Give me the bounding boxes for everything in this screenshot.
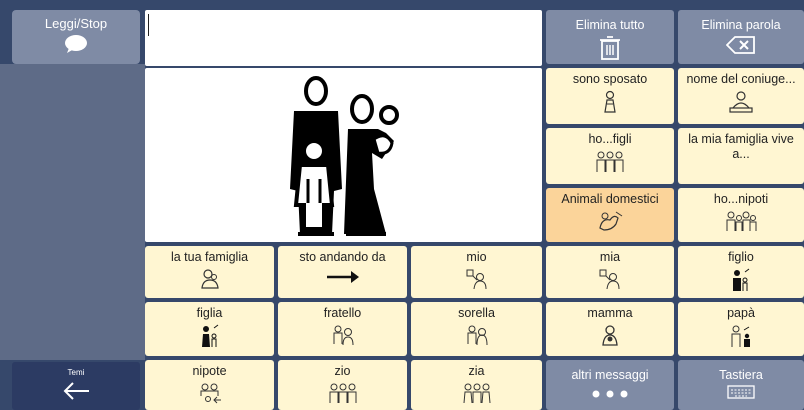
arrow-left-icon: [61, 380, 91, 402]
uncle-icon: [328, 382, 358, 404]
cell-sorella[interactable]: sorella: [411, 302, 542, 356]
delete-word-button[interactable]: Elimina parola: [678, 10, 804, 64]
cell-label: mamma: [587, 306, 633, 320]
cell-mio[interactable]: mio: [411, 246, 542, 298]
cell-figlio[interactable]: figlio: [678, 246, 804, 298]
more-messages-button[interactable]: altri messaggi: [546, 360, 674, 410]
cell-sto-andando-da[interactable]: sto andando da: [278, 246, 407, 298]
cell-mia[interactable]: mia: [546, 246, 674, 298]
cell-label: la tua famiglia: [170, 250, 249, 264]
keyboard-button[interactable]: Tastiera: [678, 360, 804, 410]
cell-label: mio: [466, 250, 487, 264]
cell-label: sono sposato: [572, 72, 648, 86]
cell-label: papà: [727, 306, 755, 320]
pets-icon: [596, 210, 624, 234]
son-icon: [731, 268, 751, 292]
cell-la-mia-famiglia-vive[interactable]: la mia famiglia vive a...: [678, 128, 804, 184]
brother-icon: [330, 324, 356, 346]
cell-sono-sposato[interactable]: sono sposato: [546, 68, 674, 124]
nephew-icon: [198, 382, 222, 404]
themes-label: Temi: [67, 368, 85, 377]
themes-button[interactable]: Temi: [12, 362, 140, 410]
cell-nipote[interactable]: nipote: [145, 360, 274, 410]
family-icon: [289, 76, 399, 236]
family-pictogram-image: [145, 68, 542, 242]
daughter-icon: [200, 324, 220, 348]
cell-label: ho...figli: [588, 132, 632, 146]
cell-zia[interactable]: zia: [411, 360, 542, 410]
cell-label: sorella: [458, 306, 495, 320]
cell-label: nipote: [192, 364, 227, 378]
backspace-icon: [726, 35, 756, 55]
cell-label: la mia famiglia vive a...: [688, 132, 794, 161]
text-caret: [148, 14, 149, 36]
cell-label: zio: [334, 364, 351, 378]
mine-icon: [466, 268, 488, 290]
cell-label: mia: [599, 250, 621, 264]
aunt-icon: [462, 382, 492, 404]
cell-fratello[interactable]: fratello: [278, 302, 407, 356]
cell-ho-nipoti[interactable]: ho...nipoti: [678, 188, 804, 242]
more-messages-label: altri messaggi: [571, 368, 649, 382]
cell-label: figlia: [196, 306, 223, 320]
father-icon: [729, 324, 753, 348]
delete-all-label: Elimina tutto: [575, 18, 645, 32]
cell-ho-figli[interactable]: ho...figli: [546, 128, 674, 184]
cell-label: sto andando da: [299, 250, 386, 264]
speak-stop-label: Leggi/Stop: [44, 16, 108, 31]
cell-mamma[interactable]: mamma: [546, 302, 674, 356]
cell-zio[interactable]: zio: [278, 360, 407, 410]
cell-label: fratello: [323, 306, 362, 320]
spouse-icon: [728, 90, 754, 114]
mother-icon: [600, 324, 620, 346]
cell-figlia[interactable]: figlia: [145, 302, 274, 356]
arrow-right-icon: [325, 268, 361, 286]
speak-stop-button[interactable]: Leggi/Stop: [12, 10, 140, 64]
mine-icon: [599, 268, 621, 290]
cell-label: nome del coniuge...: [686, 72, 796, 86]
more-dots-icon: [590, 385, 630, 399]
cell-animali-domestici[interactable]: Animali domestici: [546, 188, 674, 242]
cell-label: ho...nipoti: [713, 192, 769, 206]
family-hug-icon: [199, 268, 221, 290]
keyboard-label: Tastiera: [719, 368, 763, 382]
sister-icon: [464, 324, 490, 346]
children-icon: [594, 150, 626, 174]
cell-label: Animali domestici: [561, 192, 659, 206]
speech-bubble-icon: [63, 34, 89, 54]
keyboard-icon: [727, 385, 755, 399]
cell-nome-del-coniuge[interactable]: nome del coniuge...: [678, 68, 804, 124]
cell-label: figlio: [728, 250, 754, 264]
grandchildren-icon: [725, 210, 757, 232]
left-panel: [0, 64, 145, 360]
trash-icon: [599, 35, 621, 61]
married-person-icon: [601, 90, 619, 114]
delete-word-label: Elimina parola: [701, 18, 781, 32]
cell-label: zia: [468, 364, 485, 378]
cell-papa[interactable]: papà: [678, 302, 804, 356]
delete-all-button[interactable]: Elimina tutto: [546, 10, 674, 64]
message-input[interactable]: [145, 10, 542, 66]
cell-la-tua-famiglia[interactable]: la tua famiglia: [145, 246, 274, 298]
